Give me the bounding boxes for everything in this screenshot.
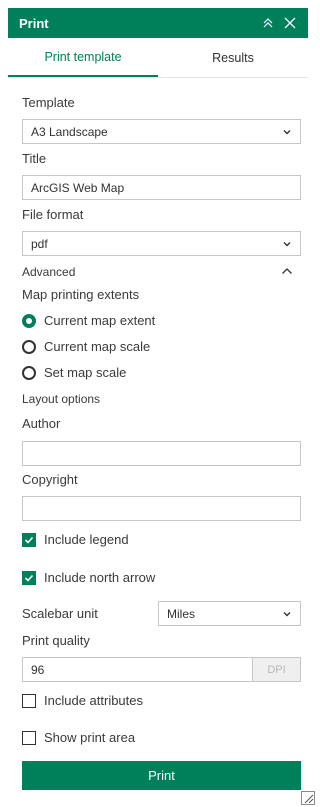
radio-off-icon (22, 339, 36, 354)
scalebar-label: Scalebar unit (22, 606, 98, 621)
radio-label: Current map extent (44, 313, 156, 328)
dpi-input[interactable]: 96 (22, 657, 253, 682)
chevron-down-icon (282, 608, 292, 622)
chevron-down-icon (282, 126, 292, 140)
include-north-arrow-checkbox[interactable]: Include north arrow (22, 570, 155, 585)
radio-set-map-scale[interactable]: Set map scale (22, 365, 126, 380)
checkbox-unchecked-icon (22, 730, 36, 745)
layout-options-label: Layout options (22, 392, 101, 406)
file-format-label: File format (22, 207, 84, 222)
checkbox-checked-icon (22, 532, 36, 547)
tab-print-template[interactable]: Print template (8, 38, 158, 77)
panel-header: Print (8, 8, 308, 38)
radio-current-map-extent[interactable]: Current map extent (22, 313, 155, 328)
checkbox-unchecked-icon (22, 693, 36, 708)
include-legend-checkbox[interactable]: Include legend (22, 532, 129, 547)
resize-handle-icon[interactable] (301, 791, 315, 805)
template-value: A3 Landscape (31, 124, 108, 139)
radio-label: Current map scale (44, 339, 151, 354)
chevron-up-icon[interactable] (280, 264, 294, 281)
author-input[interactable] (22, 441, 301, 466)
radio-on-icon (22, 313, 36, 328)
panel-title: Print (19, 15, 49, 31)
collapse-icon[interactable] (258, 13, 278, 33)
scalebar-value: Miles (167, 606, 196, 621)
chevron-down-icon (282, 238, 292, 252)
copyright-input[interactable] (22, 496, 301, 521)
dpi-suffix: DPI (253, 657, 301, 682)
checkbox-label: Include legend (44, 532, 129, 547)
extents-label: Map printing extents (22, 287, 140, 302)
close-icon[interactable] (280, 13, 300, 33)
print-button[interactable]: Print (22, 761, 301, 790)
tab-bar: Print template Results (8, 38, 308, 78)
tab-results[interactable]: Results (158, 38, 308, 77)
checkbox-label: Show print area (44, 730, 136, 745)
advanced-toggle-label[interactable]: Advanced (22, 265, 75, 279)
print-quality-label: Print quality (22, 633, 90, 648)
scalebar-select[interactable]: Miles (158, 601, 301, 626)
radio-current-map-scale[interactable]: Current map scale (22, 339, 150, 354)
checkbox-label: Include attributes (44, 693, 144, 708)
file-format-value: pdf (31, 236, 48, 251)
print-quality-field: 96 DPI (22, 657, 301, 682)
show-print-area-checkbox[interactable]: Show print area (22, 730, 135, 745)
radio-off-icon (22, 365, 36, 380)
title-input[interactable]: ArcGIS Web Map (22, 175, 301, 200)
include-attributes-checkbox[interactable]: Include attributes (22, 693, 143, 708)
copyright-label: Copyright (22, 472, 78, 487)
radio-label: Set map scale (44, 365, 127, 380)
template-label: Template (22, 95, 75, 110)
checkbox-label: Include north arrow (44, 570, 156, 585)
file-format-select[interactable]: pdf (22, 231, 301, 256)
template-select[interactable]: A3 Landscape (22, 119, 301, 144)
author-label: Author (22, 416, 61, 431)
checkbox-checked-icon (22, 570, 36, 585)
title-label: Title (22, 151, 47, 166)
